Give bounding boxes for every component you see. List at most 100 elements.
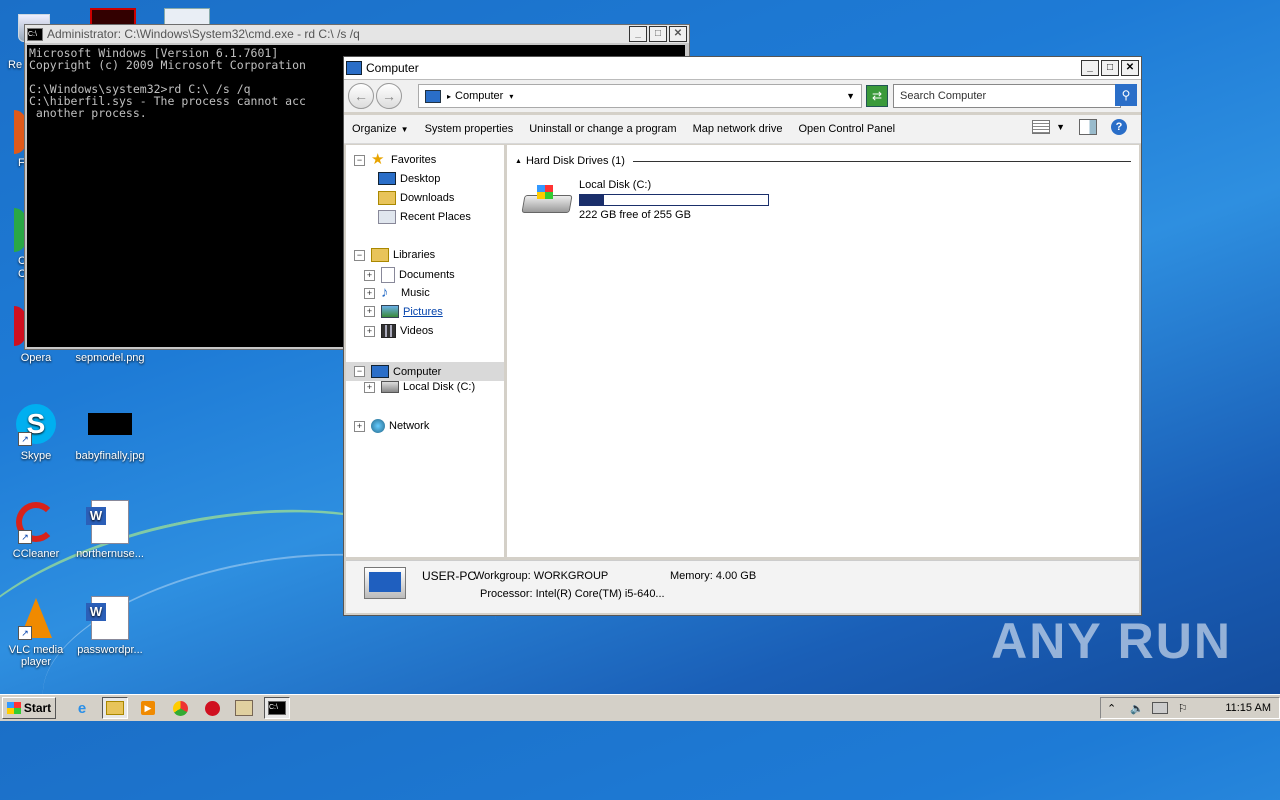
tree-item-recent-places[interactable]: Recent Places <box>378 210 471 224</box>
tree-item-music[interactable]: + ♪ Music <box>364 285 430 300</box>
desktop-icon-label: passwordpr... <box>77 644 143 656</box>
content-pane[interactable]: ▲ Hard Disk Drives (1) Local Disk (C:) 2… <box>507 145 1139 557</box>
hard-drive-windows-icon <box>521 185 573 219</box>
collapse-icon[interactable]: − <box>354 249 365 261</box>
volume-icon[interactable]: 🔈 <box>1130 702 1144 715</box>
change-view-icon[interactable] <box>1032 120 1051 134</box>
cmd-title: Administrator: C:\Windows\System32\cmd.e… <box>47 27 360 41</box>
image-thumbnail-icon <box>88 402 132 446</box>
taskbar-opera-button[interactable] <box>200 698 224 718</box>
map-network-drive-button[interactable]: Map network drive <box>685 123 791 135</box>
desktop-icon-label: Opera <box>20 352 52 364</box>
expand-icon[interactable]: + <box>364 287 375 299</box>
maximize-button[interactable]: □ <box>649 26 667 42</box>
collapse-icon[interactable]: − <box>354 154 365 166</box>
tree-item-local-disk[interactable]: + Local Disk (C:) <box>364 381 475 393</box>
uninstall-program-button[interactable]: Uninstall or change a program <box>521 123 684 135</box>
tree-item-libraries[interactable]: − Libraries <box>354 248 435 262</box>
close-button[interactable]: ✕ <box>669 26 687 42</box>
open-control-panel-button[interactable]: Open Control Panel <box>790 123 903 135</box>
clock[interactable]: 11:15 AM <box>1225 702 1271 714</box>
breadcrumb-separator-icon[interactable]: ▸ <box>447 92 451 101</box>
tree-label: Libraries <box>393 249 436 261</box>
tree-item-computer[interactable]: − Computer <box>346 362 504 381</box>
drive-item-local-disk[interactable]: Local Disk (C:) 222 GB free of 255 GB <box>521 179 769 221</box>
tree-item-downloads[interactable]: Downloads <box>378 191 454 205</box>
tree-item-pictures[interactable]: + Pictures <box>364 305 443 318</box>
desktop-icon-sepmodel[interactable]: sepmodel.png <box>70 352 150 364</box>
taskbar-explorer-button[interactable] <box>102 697 128 719</box>
navigation-pane[interactable]: − ★ Favorites Desktop Downloads Recent P… <box>346 145 507 557</box>
tree-item-videos[interactable]: + Videos <box>364 324 433 338</box>
cmd-app-icon: C:\ <box>27 27 43 41</box>
taskbar-chrome-button[interactable] <box>168 698 192 718</box>
taskbar-cmd-button[interactable]: C:\ <box>264 697 290 719</box>
collapse-triangle-icon[interactable]: ▲ <box>515 158 522 165</box>
address-bar[interactable]: ▸ Computer ▾ ▼ <box>418 84 862 108</box>
expand-icon[interactable]: + <box>354 420 365 432</box>
expand-icon[interactable]: + <box>364 306 375 317</box>
search-input[interactable]: Search Computer <box>893 84 1121 108</box>
show-hidden-icons-icon[interactable]: ⌃ <box>1107 702 1116 715</box>
desktop-icon-ccleaner[interactable]: ↗ CCleaner <box>0 500 76 560</box>
maximize-button[interactable]: □ <box>1101 60 1119 76</box>
tree-item-desktop[interactable]: Desktop <box>378 172 440 185</box>
pictures-icon <box>381 305 399 318</box>
forward-button[interactable]: → <box>376 83 402 109</box>
taskbar-media-player-button[interactable]: ▶ <box>136 698 160 718</box>
address-breadcrumb[interactable]: Computer <box>455 90 503 102</box>
minimize-button[interactable]: _ <box>629 26 647 42</box>
help-icon[interactable]: ? <box>1111 119 1127 135</box>
taskbar-app-button[interactable] <box>232 698 256 718</box>
network-status-icon[interactable] <box>1151 702 1168 714</box>
desktop-icon-passwordpr[interactable]: W passwordpr... <box>70 596 150 656</box>
tree-label: Pictures <box>403 305 443 318</box>
expand-icon[interactable]: + <box>364 325 375 337</box>
documents-icon <box>381 267 395 283</box>
tree-label: Local Disk (C:) <box>403 381 476 393</box>
collapse-icon[interactable]: − <box>354 366 365 377</box>
vlc-cone-icon: ↗ <box>14 596 58 640</box>
cmd-titlebar[interactable]: C:\ Administrator: C:\Windows\System32\c… <box>25 25 689 43</box>
taskbar-ie-button[interactable]: e <box>70 698 94 718</box>
desktop-icon-babyfinally[interactable]: babyfinally.jpg <box>70 402 150 462</box>
dropdown-caret-icon: ▼ <box>400 125 409 134</box>
search-icon[interactable]: ⚲ <box>1115 84 1137 106</box>
details-processor: Processor: Intel(R) Core(TM) i5-640... <box>480 588 665 600</box>
desktop-icon-northernuse[interactable]: W northernuse... <box>70 500 150 560</box>
folder-icon <box>106 701 124 715</box>
system-properties-button[interactable]: System properties <box>417 123 522 135</box>
refresh-button[interactable]: ⇄ <box>866 85 888 107</box>
desktop-icon-opera-label: Opera <box>0 352 76 364</box>
preview-pane-icon[interactable] <box>1079 119 1097 135</box>
expand-icon[interactable]: + <box>364 381 375 393</box>
organize-button[interactable]: Organize ▼ <box>344 123 417 135</box>
windows-logo-icon <box>6 702 21 714</box>
action-center-flag-icon[interactable]: ⚐ <box>1178 702 1188 715</box>
tree-label: Recent Places <box>400 211 471 223</box>
explorer-titlebar[interactable]: Computer _ □ ✕ <box>344 57 1141 80</box>
minimize-button[interactable]: _ <box>1081 60 1099 76</box>
drive-usage-bar <box>579 194 769 206</box>
breadcrumb-dropdown-icon[interactable]: ▾ <box>509 92 513 101</box>
address-history-dropdown-icon[interactable]: ▼ <box>846 91 855 101</box>
group-header-hard-disk-drives[interactable]: ▲ Hard Disk Drives (1) <box>515 155 1131 167</box>
tree-item-favorites[interactable]: − ★ Favorites <box>354 152 436 167</box>
tree-item-network[interactable]: + Network <box>354 419 429 433</box>
word-document-icon: W <box>86 596 132 640</box>
desktop-icon-skype[interactable]: S ↗ Skype <box>0 402 76 462</box>
view-dropdown-icon[interactable]: ▼ <box>1056 122 1065 132</box>
tree-label: Downloads <box>400 192 455 204</box>
back-button[interactable]: ← <box>348 83 374 109</box>
cmd-icon: C:\ <box>268 701 286 715</box>
explorer-window[interactable]: Computer _ □ ✕ ← → ▸ Computer ▾ ▼ ⇄ Sear… <box>343 56 1142 616</box>
tree-label: Videos <box>400 325 434 337</box>
close-button[interactable]: ✕ <box>1121 60 1139 76</box>
tree-item-documents[interactable]: + Documents <box>364 267 455 283</box>
expand-icon[interactable]: + <box>364 269 375 281</box>
start-button[interactable]: Start <box>2 697 56 719</box>
shortcut-arrow-icon: ↗ <box>18 626 32 640</box>
word-document-icon: W <box>86 500 132 544</box>
desktop-icon-vlc[interactable]: ↗ VLC media player <box>0 596 76 668</box>
desktop-icon-label: VLC media player <box>8 644 64 668</box>
